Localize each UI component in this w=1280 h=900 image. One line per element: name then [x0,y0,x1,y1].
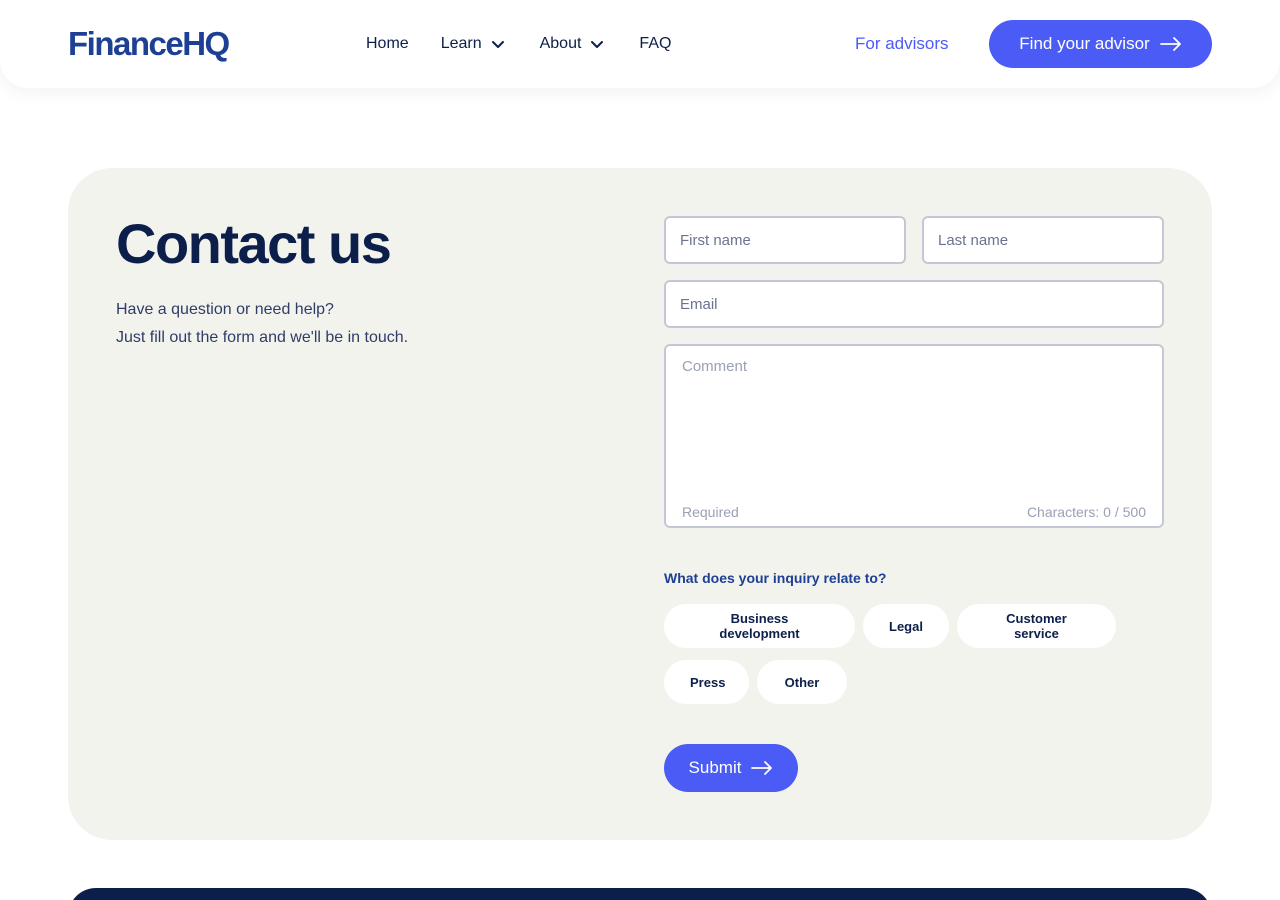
arrow-right-icon [1159,37,1181,51]
subtitle-line-2: Just fill out the form and we'll be in t… [116,329,409,346]
inquiry-label: What does your inquiry relate to? [664,570,887,586]
find-your-advisor-label: Find your advisor [1019,34,1150,53]
page-title: Contact us [116,212,392,275]
inquiry-option-legal[interactable]: Legal [863,604,949,648]
nav-item-faq[interactable]: FAQ [639,32,671,56]
inquiry-option-other[interactable]: Other [757,660,847,704]
nav-item-label: Learn [440,35,482,52]
financehq-logo[interactable]: FinanceHQ [68,26,230,62]
comment-field[interactable] [666,346,1162,496]
subtitle-line-1: Have a question or need help? [116,301,334,318]
last-name-field[interactable] [922,216,1164,264]
arrow-right-icon [751,761,773,775]
nav-item-label: Home [366,35,409,52]
for-advisors-link[interactable]: For advisors [855,32,949,56]
main-nav: Home Learn About FAQ [366,32,703,56]
site-header: FinanceHQ Home Learn About FAQ For advis… [0,0,1280,88]
chevron-down-icon [491,41,504,48]
nav-item-label: About [539,35,582,52]
contact-subtitle: Have a question or need help? Just fill … [116,296,408,352]
find-your-advisor-button[interactable]: Find your advisor [989,20,1212,68]
first-name-field[interactable] [664,216,906,264]
comment-character-counter: Characters: 0 / 500 [1026,504,1146,520]
email-field[interactable] [664,280,1164,328]
inquiry-option-customer-service[interactable]: Customer service [957,604,1116,648]
submit-button[interactable]: Submit [664,744,798,792]
nav-item-home[interactable]: Home [366,32,409,56]
nav-item-learn[interactable]: Learn [441,32,506,56]
inquiry-option-business-development[interactable]: Business development [664,604,855,648]
submit-label: Submit [688,758,742,777]
inquiry-option-press[interactable]: Press [664,660,749,704]
footer-band [68,888,1212,900]
nav-item-about[interactable]: About [540,32,606,56]
comment-box: Required Characters: 0 / 500 [664,344,1164,528]
comment-required-hint: Required [682,504,739,520]
nav-item-label: FAQ [639,35,672,52]
chevron-down-icon [591,41,604,48]
